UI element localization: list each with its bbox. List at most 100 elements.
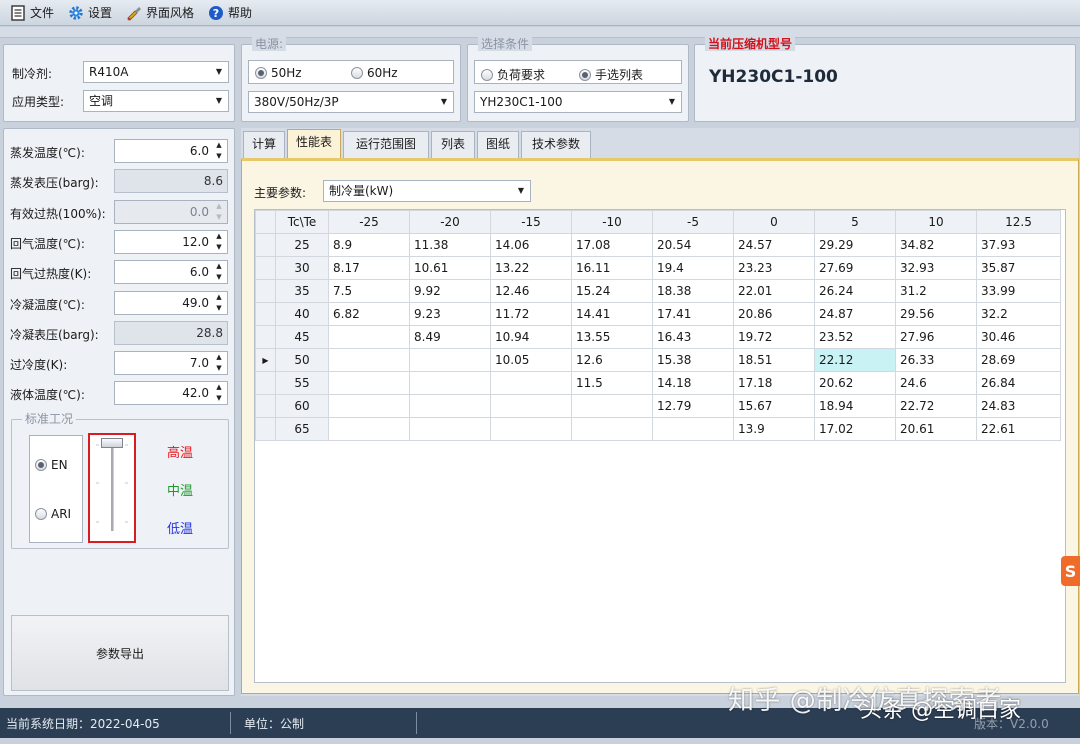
table-cell[interactable]: 17.41 xyxy=(652,302,734,326)
table-cell[interactable]: 12.79 xyxy=(652,394,734,418)
radio-load-requirement[interactable]: 负荷要求 xyxy=(481,66,545,83)
table-cell[interactable] xyxy=(328,348,410,372)
table-cell[interactable]: 20.86 xyxy=(733,302,815,326)
table-cell[interactable]: 11.5 xyxy=(571,371,653,395)
table-cell[interactable]: 30.46 xyxy=(976,325,1061,349)
table-cell[interactable]: 24.83 xyxy=(976,394,1061,418)
table-cell[interactable]: 13.55 xyxy=(571,325,653,349)
temperature-level-slider[interactable] xyxy=(88,433,136,543)
table-cell[interactable]: 17.08 xyxy=(571,233,653,257)
table-cell[interactable]: 20.62 xyxy=(814,371,896,395)
table-cell[interactable]: 22.72 xyxy=(895,394,977,418)
table-cell[interactable] xyxy=(409,348,491,372)
table-cell[interactable]: 15.24 xyxy=(571,279,653,303)
table-cell[interactable]: 31.2 xyxy=(895,279,977,303)
table-cell[interactable]: 26.24 xyxy=(814,279,896,303)
column-header[interactable]: -15 xyxy=(490,210,572,234)
table-row[interactable]: 35 7.5 9.92 12.46 15.24 18.38 22.01 26.24 31.2 33… xyxy=(255,279,1061,303)
table-cell[interactable] xyxy=(409,394,491,418)
table-cell[interactable]: 8.49 xyxy=(409,325,491,349)
table-cell[interactable]: 27.69 xyxy=(814,256,896,280)
table-cell[interactable]: 22.12 xyxy=(814,348,896,372)
column-header[interactable]: -20 xyxy=(409,210,491,234)
table-cell[interactable] xyxy=(571,417,653,441)
menu-help[interactable]: ? 帮助 xyxy=(202,2,258,24)
table-row[interactable]: ▶ 50 10.05 12.6 15.38 18.51 22.12 26.33 28.69 xyxy=(255,348,1061,372)
table-cell[interactable]: 35.87 xyxy=(976,256,1061,280)
main-param-select[interactable]: 制冷量(kW) ▼ xyxy=(323,180,531,202)
radio-ari[interactable]: ARI xyxy=(35,507,71,521)
table-cell[interactable]: 14.41 xyxy=(571,302,653,326)
table-row[interactable]: 30 8.17 10.61 13.22 16.11 19.4 23.23 27.69 32.93… xyxy=(255,256,1061,280)
table-cell[interactable]: 22.01 xyxy=(733,279,815,303)
table-cell[interactable]: 14.06 xyxy=(490,233,572,257)
table-cell[interactable]: 19.72 xyxy=(733,325,815,349)
column-header[interactable]: -5 xyxy=(652,210,734,234)
table-cell[interactable]: 11.72 xyxy=(490,302,572,326)
radio-60hz[interactable]: 60Hz xyxy=(351,66,398,80)
column-header[interactable]: 5 xyxy=(814,210,896,234)
param-spin-input[interactable]: 49.0 ▲ ▼ xyxy=(114,291,228,315)
column-header[interactable]: -10 xyxy=(571,210,653,234)
table-cell[interactable]: 10.05 xyxy=(490,348,572,372)
side-float-icon[interactable]: S xyxy=(1061,556,1080,586)
export-parameters-button[interactable]: 参数导出 xyxy=(11,615,229,691)
tab-0[interactable]: 计算 xyxy=(243,131,285,158)
radio-50hz[interactable]: 50Hz xyxy=(255,66,302,80)
column-header[interactable]: -25 xyxy=(328,210,410,234)
table-cell[interactable]: 17.02 xyxy=(814,417,896,441)
table-cell[interactable]: 15.67 xyxy=(733,394,815,418)
table-cell[interactable]: 13.22 xyxy=(490,256,572,280)
table-cell[interactable]: 18.38 xyxy=(652,279,734,303)
spin-arrows-icon[interactable]: ▲ ▼ xyxy=(213,353,225,373)
spin-arrows-icon[interactable]: ▲ ▼ xyxy=(213,383,225,403)
menu-theme[interactable]: 界面风格 xyxy=(120,2,200,24)
table-cell[interactable]: 10.94 xyxy=(490,325,572,349)
table-cell[interactable]: 14.18 xyxy=(652,371,734,395)
table-cell[interactable] xyxy=(490,394,572,418)
table-cell[interactable]: 28.69 xyxy=(976,348,1061,372)
table-cell[interactable]: 23.52 xyxy=(814,325,896,349)
param-spin-input[interactable]: 6.0 ▲ ▼ xyxy=(114,139,228,163)
menu-settings[interactable]: 设置 xyxy=(62,2,118,24)
table-cell[interactable]: 24.57 xyxy=(733,233,815,257)
table-cell[interactable] xyxy=(490,371,572,395)
table-cell[interactable] xyxy=(328,371,410,395)
table-cell[interactable]: 12.6 xyxy=(571,348,653,372)
table-cell[interactable]: 32.2 xyxy=(976,302,1061,326)
slider-thumb[interactable] xyxy=(101,438,123,448)
app-type-select[interactable]: 空调 ▼ xyxy=(83,90,229,112)
tab-4[interactable]: 图纸 xyxy=(477,131,519,158)
table-cell[interactable]: 11.38 xyxy=(409,233,491,257)
table-cell[interactable]: 18.51 xyxy=(733,348,815,372)
table-cell[interactable]: 9.92 xyxy=(409,279,491,303)
column-header[interactable]: 10 xyxy=(895,210,977,234)
model-select[interactable]: YH230C1-100 ▼ xyxy=(474,91,682,113)
table-cell[interactable]: 29.29 xyxy=(814,233,896,257)
table-row[interactable]: 60 12.79 15.67 18.94 22.72 24.83 xyxy=(255,394,1061,418)
table-cell[interactable]: 37.93 xyxy=(976,233,1061,257)
table-cell[interactable]: 26.33 xyxy=(895,348,977,372)
tab-3[interactable]: 列表 xyxy=(431,131,475,158)
tab-5[interactable]: 技术参数 xyxy=(521,131,591,158)
table-cell[interactable] xyxy=(328,417,410,441)
table-cell[interactable]: 17.18 xyxy=(733,371,815,395)
spin-arrows-icon[interactable]: ▲ ▼ xyxy=(213,293,225,313)
table-cell[interactable] xyxy=(571,394,653,418)
param-spin-input[interactable]: 42.0 ▲ ▼ xyxy=(114,381,228,405)
table-cell[interactable]: 9.23 xyxy=(409,302,491,326)
radio-en[interactable]: EN xyxy=(35,458,68,472)
param-spin-input[interactable]: 7.0 ▲ ▼ xyxy=(114,351,228,375)
table-cell[interactable]: 29.56 xyxy=(895,302,977,326)
table-cell[interactable]: 26.84 xyxy=(976,371,1061,395)
column-header[interactable]: 0 xyxy=(733,210,815,234)
table-row[interactable]: 45 8.49 10.94 13.55 16.43 19.72 23.52 27.96 30.4… xyxy=(255,325,1061,349)
table-cell[interactable] xyxy=(409,371,491,395)
voltage-select[interactable]: 380V/50Hz/3P ▼ xyxy=(248,91,454,113)
table-cell[interactable]: 27.96 xyxy=(895,325,977,349)
param-spin-input[interactable]: 12.0 ▲ ▼ xyxy=(114,230,228,254)
table-cell[interactable] xyxy=(490,417,572,441)
table-cell[interactable]: 7.5 xyxy=(328,279,410,303)
menu-file[interactable]: 文件 xyxy=(4,2,60,24)
tab-1[interactable]: 性能表 xyxy=(287,129,341,159)
